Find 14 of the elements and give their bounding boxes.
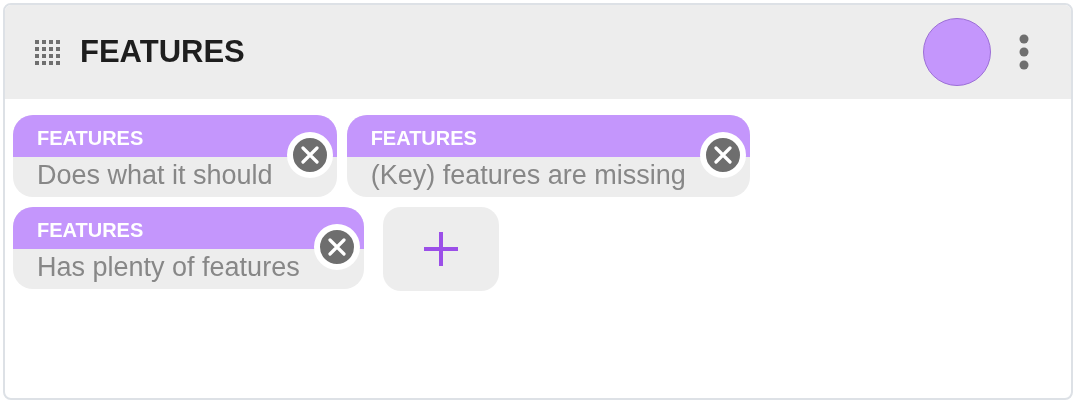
tag-value: Has plenty of features <box>37 252 300 282</box>
tag-category: FEATURES <box>370 126 477 151</box>
plus-icon <box>422 231 459 267</box>
tag-category: FEATURES <box>37 126 144 151</box>
tag-value: (Key) features are missing <box>370 160 686 190</box>
add-button[interactable] <box>382 207 499 291</box>
more-options-icon[interactable] <box>1019 34 1029 70</box>
close-icon <box>300 146 319 164</box>
tag-category: FEATURES <box>37 218 144 243</box>
close-icon <box>327 238 346 256</box>
close-icon <box>713 146 732 164</box>
tag-value: Does what it should <box>37 160 273 190</box>
drag-handle-icon[interactable] <box>35 39 60 65</box>
card-title: FEATURES <box>80 34 246 70</box>
